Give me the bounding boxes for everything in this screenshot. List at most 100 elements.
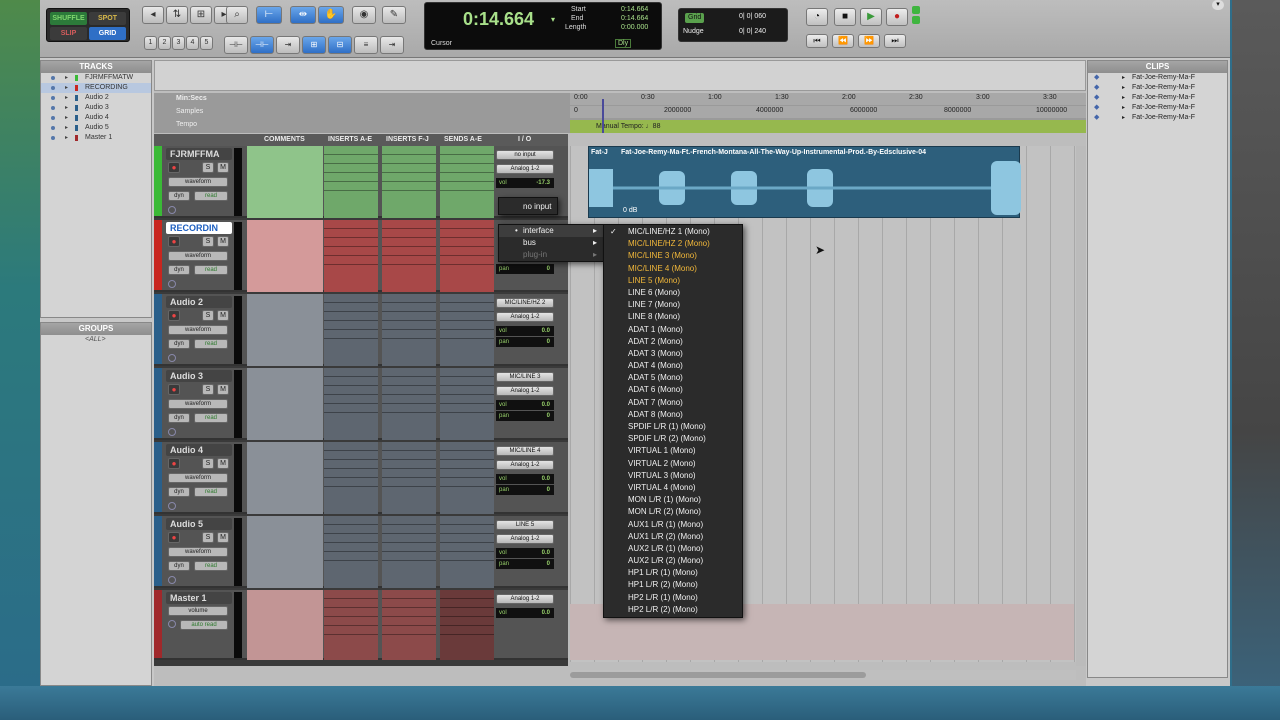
insert-slot[interactable]: [324, 469, 378, 478]
interface-menu-item[interactable]: LINE 5 (Mono): [604, 275, 742, 287]
insert-slot[interactable]: [324, 146, 378, 155]
insert-slot[interactable]: [382, 182, 436, 191]
track-visibility-icon[interactable]: [51, 96, 55, 100]
timebase-icon[interactable]: [168, 502, 176, 510]
insert-slot[interactable]: [324, 386, 378, 395]
solo-button[interactable]: S: [202, 162, 214, 173]
trim-tool-icon[interactable]: ⊢: [256, 6, 282, 24]
track-color-strip[interactable]: [154, 368, 162, 438]
zoom-preset-1[interactable]: 1: [144, 36, 157, 50]
link-timeline-icon[interactable]: ⊣⊢: [250, 36, 274, 54]
insert-slot[interactable]: [382, 164, 436, 173]
pan-value[interactable]: 0: [547, 264, 550, 274]
track-color-strip[interactable]: [154, 294, 162, 364]
track-view-selector[interactable]: waveform: [168, 177, 228, 187]
timebase-icon[interactable]: [168, 354, 176, 362]
menu-item-interface[interactable]: • interface ▸: [499, 225, 603, 238]
track-visibility-icon[interactable]: [51, 126, 55, 130]
go-to-end-icon[interactable]: ⏭: [884, 34, 906, 48]
interface-menu-item[interactable]: AUX2 L/R (1) (Mono): [604, 543, 742, 555]
insert-slot[interactable]: [324, 173, 378, 182]
comments-field[interactable]: [247, 220, 323, 292]
send-slots[interactable]: [440, 294, 494, 366]
send-slot[interactable]: [440, 478, 494, 487]
volume-value[interactable]: 0.0: [542, 474, 550, 484]
comments-field[interactable]: [247, 368, 323, 440]
interface-menu-item[interactable]: ✓ MIC/LINE/HZ 1 (Mono): [604, 226, 742, 238]
insert-slots[interactable]: [324, 442, 378, 514]
volume-control[interactable]: vol 0.0: [496, 548, 554, 558]
send-slot[interactable]: [440, 182, 494, 191]
zoom-out-icon[interactable]: ◂: [142, 6, 164, 24]
link-track-icon[interactable]: ⇥: [276, 36, 300, 54]
insert-slot[interactable]: [382, 534, 436, 543]
playhead-marker[interactable]: [602, 99, 604, 133]
timebase-icon[interactable]: [168, 206, 176, 214]
insert-slot[interactable]: [382, 478, 436, 487]
insert-slot[interactable]: [382, 469, 436, 478]
disclosure-triangle-icon[interactable]: ▸: [65, 133, 68, 143]
sends-a-e-column-header[interactable]: SENDS A-E: [444, 134, 482, 146]
send-slot[interactable]: [440, 294, 494, 303]
interface-menu-item[interactable]: VIRTUAL 1 (Mono): [604, 445, 742, 457]
send-slot[interactable]: [440, 330, 494, 339]
insert-slot[interactable]: [382, 525, 436, 534]
volume-control[interactable]: vol 0.0: [496, 400, 554, 410]
insert-slot[interactable]: [324, 330, 378, 339]
disclosure-triangle-icon[interactable]: ▸: [1122, 103, 1125, 113]
insert-slots[interactable]: [382, 442, 436, 514]
insert-slot[interactable]: [382, 608, 436, 617]
automation-mode-selector[interactable]: read: [194, 413, 228, 423]
pan-value[interactable]: 0: [547, 485, 550, 495]
track-view-selector[interactable]: waveform: [168, 547, 228, 557]
rewind-icon[interactable]: ⏪: [832, 34, 854, 48]
insert-slot[interactable]: [324, 247, 378, 256]
send-slot[interactable]: [440, 451, 494, 460]
play-icon[interactable]: ▶: [860, 8, 882, 26]
main-counter-value[interactable]: 0:14.664: [463, 9, 534, 30]
comments-field[interactable]: [247, 516, 323, 588]
timebase-icon[interactable]: [168, 280, 176, 288]
insert-slots[interactable]: [324, 146, 378, 218]
insert-slot[interactable]: [324, 164, 378, 173]
volume-value[interactable]: 0.0: [542, 400, 550, 410]
output-selector[interactable]: Analog 1-2: [496, 386, 554, 396]
input-selector[interactable]: LINE 5: [496, 520, 554, 530]
tracks-list-item[interactable]: ▸ Audio 2: [41, 93, 151, 103]
menu-item-bus[interactable]: bus ▸: [499, 237, 603, 249]
elastic-audio-selector[interactable]: dyn: [168, 487, 190, 497]
track-name[interactable]: Audio 4: [166, 444, 232, 456]
record-enable-icon[interactable]: ●: [168, 236, 180, 247]
counter-dropdown-icon[interactable]: ▾: [551, 15, 555, 24]
pan-value[interactable]: 0: [547, 411, 550, 421]
insert-slots[interactable]: [382, 294, 436, 366]
track-name[interactable]: Audio 3: [166, 370, 232, 382]
grid-mode-button[interactable]: GRID: [89, 27, 126, 40]
interface-menu-item[interactable]: AUX2 L/R (2) (Mono): [604, 555, 742, 567]
interface-menu-item[interactable]: ADAT 5 (Mono): [604, 372, 742, 384]
stop-icon[interactable]: ■: [834, 8, 856, 26]
pan-control[interactable]: pan 0: [496, 337, 554, 347]
send-slot[interactable]: [440, 155, 494, 164]
insert-slot[interactable]: [382, 451, 436, 460]
send-slot[interactable]: [440, 404, 494, 413]
interface-menu-item[interactable]: SPDIF L/R (1) (Mono): [604, 421, 742, 433]
interface-menu-item[interactable]: HP1 L/R (1) (Mono): [604, 567, 742, 579]
send-slot[interactable]: [440, 386, 494, 395]
window-zoom-icon[interactable]: ▾: [1212, 0, 1224, 10]
track-4[interactable]: Audio 3 ● S Mwaveform dyn read MIC/LINE 3 Analo…: [154, 368, 568, 440]
automation-mode-selector[interactable]: read: [194, 265, 228, 275]
zoom-preset-3[interactable]: 3: [172, 36, 185, 50]
volume-control[interactable]: vol 0.0: [496, 474, 554, 484]
insert-slot[interactable]: [324, 238, 378, 247]
send-slot[interactable]: [440, 626, 494, 635]
track-view-selector[interactable]: waveform: [168, 251, 228, 261]
output-selector[interactable]: Analog 1-2: [496, 594, 554, 604]
mute-button[interactable]: M: [217, 532, 229, 543]
insert-slot[interactable]: [382, 312, 436, 321]
send-slots[interactable]: [440, 516, 494, 588]
interface-menu-item[interactable]: AUX1 L/R (2) (Mono): [604, 531, 742, 543]
zoom-preset-5[interactable]: 5: [200, 36, 213, 50]
nudge-value[interactable]: 0| 0| 240: [739, 28, 766, 35]
insert-slot[interactable]: [324, 368, 378, 377]
